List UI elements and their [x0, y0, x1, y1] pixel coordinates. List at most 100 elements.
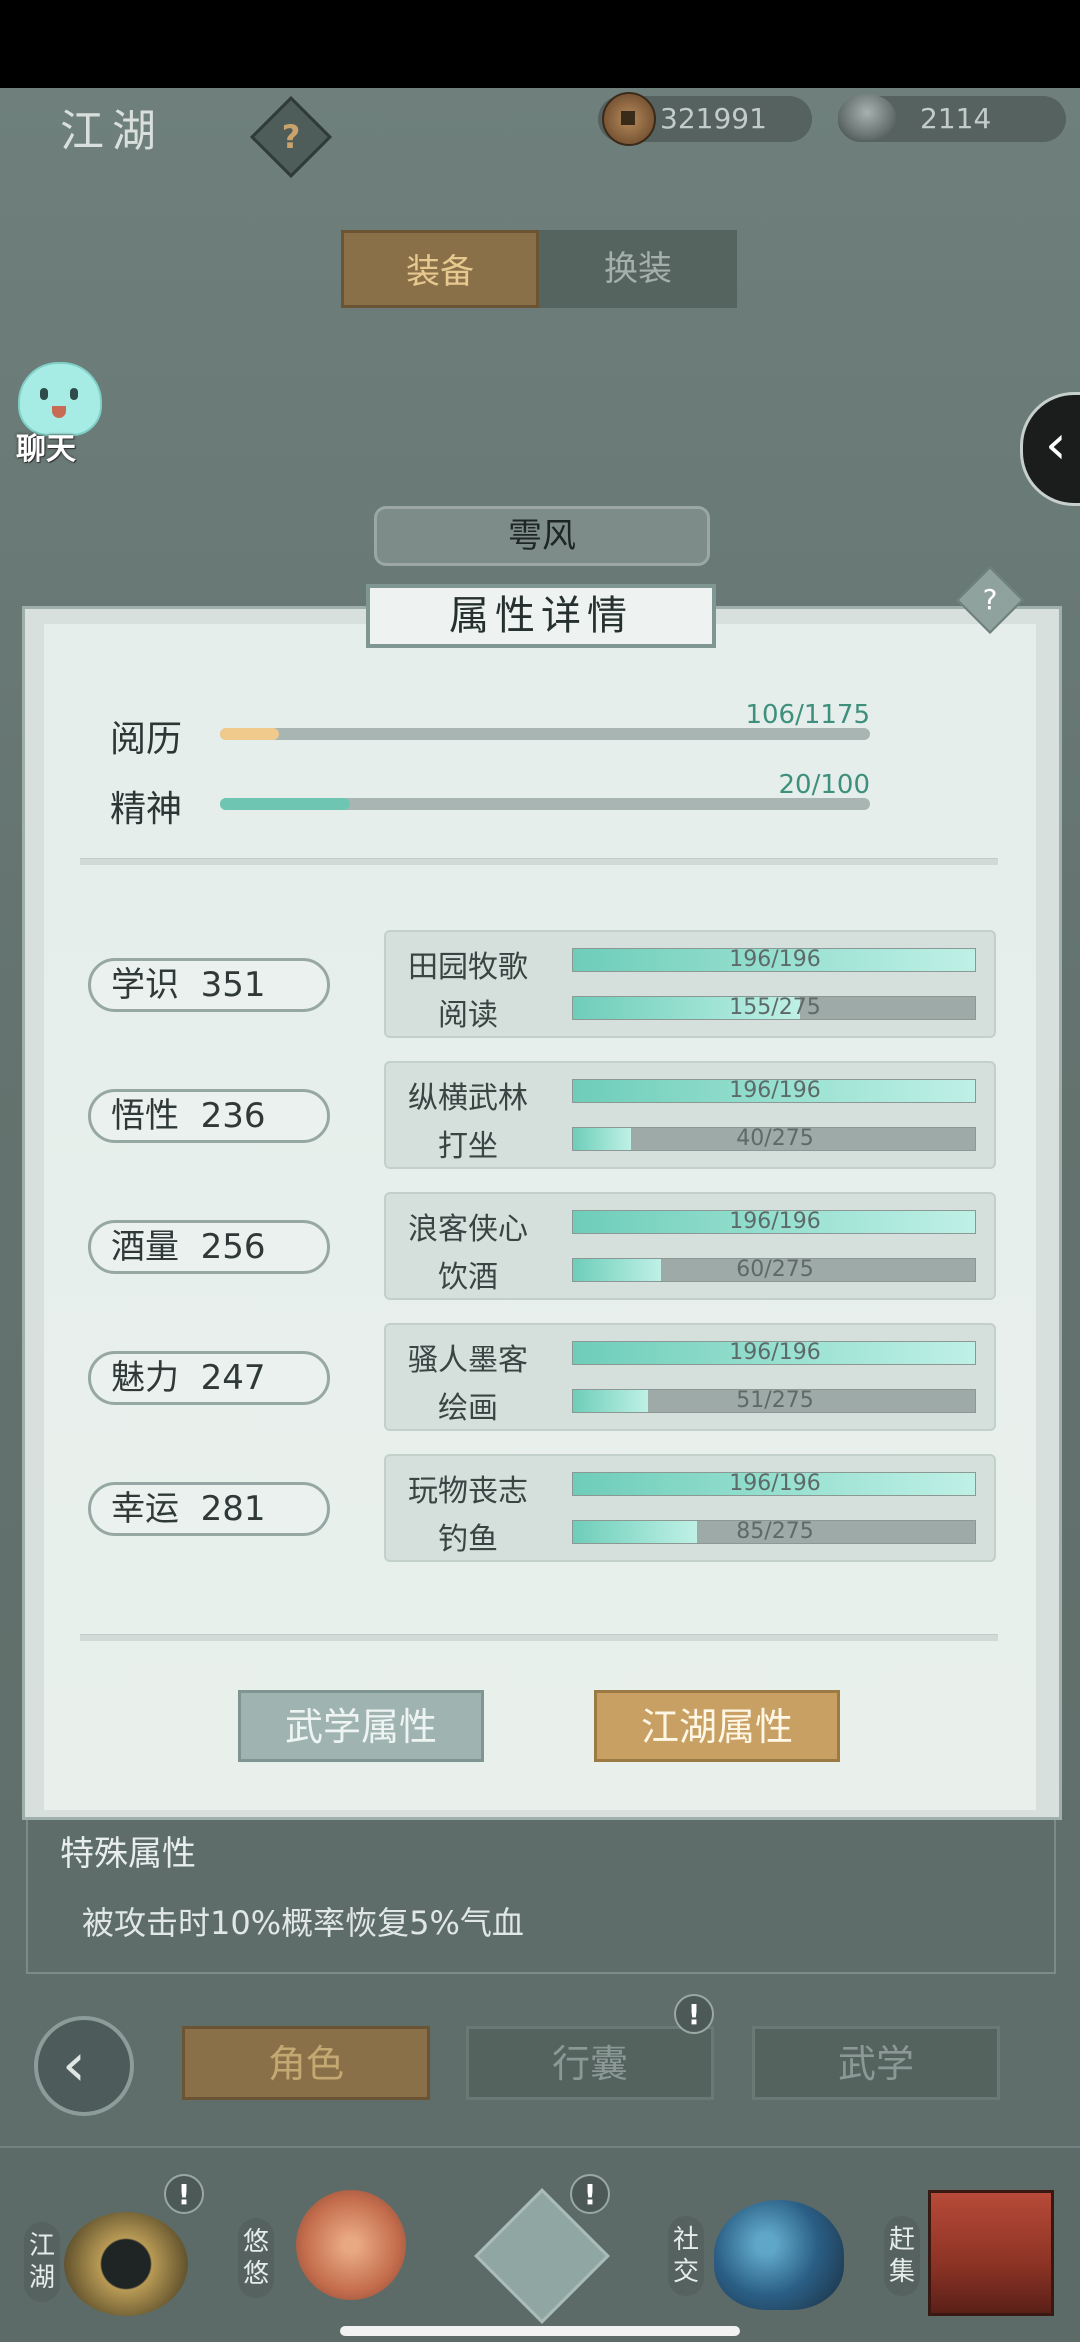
exp-label-yueli: 阅历 [110, 719, 183, 760]
skill-progress-value: 196/196 [729, 1209, 821, 1234]
status-bar [0, 0, 1080, 88]
dock-alert-badge: ! [570, 2174, 610, 2214]
exp-value-jingshen: 20/100 [778, 770, 870, 800]
special-attributes-title: 特殊属性 [60, 1834, 196, 1874]
silver-ingot-icon [838, 94, 896, 140]
skill-progress-bar: 196/196 [572, 1210, 976, 1234]
copper-coin-value: 321991 [660, 102, 767, 135]
silver-ingot-counter[interactable]: 2114 [838, 94, 1066, 142]
dock-alert-badge: ! [164, 2174, 204, 2214]
attribute-pill: 悟性 236 [88, 1089, 330, 1143]
skill-progress-value: 155/275 [729, 995, 821, 1020]
copper-coin-icon [602, 92, 656, 146]
skill-progress-bar: 40/275 [572, 1127, 976, 1151]
skill-progress-value: 51/275 [736, 1388, 814, 1413]
attribute-pill: 幸运 281 [88, 1482, 330, 1536]
skill-progress-value: 196/196 [729, 1078, 821, 1103]
attribute-value: 281 [200, 1489, 266, 1529]
attribute-pill: 学识 351 [88, 958, 330, 1012]
attribute-gap [179, 1489, 201, 1529]
attribute-pill: 酒量 256 [88, 1220, 330, 1274]
skill-progress-bar: 60/275 [572, 1258, 976, 1282]
skill-progress-value: 40/275 [736, 1126, 814, 1151]
skill-progress-bar: 196/196 [572, 1341, 976, 1365]
hat-icon [64, 2212, 188, 2316]
attribute-value: 351 [200, 965, 266, 1005]
dock-label-youyou: 悠悠 [238, 2218, 274, 2298]
skill-progress-bar: 155/275 [572, 996, 976, 1020]
skill-group: 浪客侠心 196/196 饮酒 60/275 [384, 1192, 996, 1300]
skill-group: 纵横武林 196/196 打坐 40/275 [384, 1061, 996, 1169]
skill-progress-bar: 196/196 [572, 1472, 976, 1496]
attribute-value: 247 [200, 1358, 266, 1398]
skill-name: 玩物丧志 [408, 1474, 528, 1509]
attribute-name: 酒量 [111, 1227, 179, 1267]
skill-name: 钓鱼 [438, 1522, 498, 1557]
exp-bar-jingshen [220, 798, 870, 810]
exp-fill-jingshen [220, 798, 350, 810]
exp-bar-yueli [220, 728, 870, 740]
exp-value-yueli: 106/1175 [745, 700, 870, 730]
chat-label: 聊天 [16, 432, 76, 467]
dock-jianghu[interactable]: 江湖 ! [20, 2160, 204, 2330]
skill-progress-bar: 51/275 [572, 1389, 976, 1413]
jianghu-attributes-button[interactable]: 江湖属性 [594, 1690, 840, 1762]
dock-label-market: 赶集 [884, 2216, 920, 2296]
nav-bag-button[interactable]: 行囊 [466, 2026, 714, 2100]
martial-attributes-button[interactable]: 武学属性 [238, 1690, 484, 1762]
attribute-name: 学识 [111, 965, 179, 1005]
attribute-pill: 魅力 247 [88, 1351, 330, 1405]
attribute-gap [179, 1227, 201, 1267]
tab-equip[interactable]: 装备 [341, 230, 539, 308]
back-button[interactable]: ‹ [34, 2016, 134, 2116]
skill-group: 骚人墨客 196/196 绘画 51/275 [384, 1323, 996, 1431]
dock-center[interactable]: ! [460, 2160, 620, 2330]
tab-swap-outfit[interactable]: 换装 [539, 230, 737, 308]
attribute-name: 幸运 [111, 1489, 179, 1529]
attribute-value: 236 [200, 1096, 266, 1136]
attribute-gap [179, 1358, 201, 1398]
divider [80, 858, 998, 865]
treasure-box-icon [928, 2190, 1054, 2316]
exp-label-jingshen: 精神 [110, 789, 183, 830]
skill-name: 饮酒 [438, 1260, 498, 1295]
equip-tabs: 装备 换装 [341, 230, 737, 308]
skill-name: 纵横武林 [408, 1081, 528, 1116]
skill-group: 田园牧歌 196/196 阅读 155/275 [384, 930, 996, 1038]
skill-name: 骚人墨客 [408, 1343, 528, 1378]
divider [80, 1634, 998, 1641]
skill-progress-bar: 196/196 [572, 1079, 976, 1103]
skill-name: 阅读 [438, 998, 498, 1033]
dock-market[interactable]: 赶集 [882, 2160, 1062, 2330]
panel-title: 属性详情 [366, 584, 716, 648]
dock-youyou[interactable]: 悠悠 [236, 2160, 416, 2330]
skill-group: 玩物丧志 196/196 钓鱼 85/275 [384, 1454, 996, 1562]
dock-label-social: 社交 [668, 2216, 704, 2296]
silver-ingot-value: 2114 [920, 102, 992, 135]
skill-name: 打坐 [438, 1129, 498, 1164]
swallow-sunset-icon [296, 2190, 406, 2300]
skill-progress-value: 85/275 [736, 1519, 814, 1544]
attribute-value: 256 [200, 1227, 266, 1267]
attribute-gap [179, 965, 201, 1005]
page-title: 江湖 [60, 106, 164, 157]
dock-social[interactable]: 社交 [664, 2160, 854, 2330]
question-icon: ? [281, 118, 301, 156]
special-attributes-text: 被攻击时10%概率恢复5%气血 [82, 1904, 524, 1942]
skill-progress-value: 196/196 [729, 1471, 821, 1496]
nav-martial-button[interactable]: 武学 [752, 2026, 1000, 2100]
attribute-name: 魅力 [111, 1358, 179, 1398]
chat-button[interactable]: 聊天 [10, 362, 106, 467]
skill-name: 浪客侠心 [408, 1212, 528, 1247]
character-name: 雩风 [374, 506, 710, 566]
skill-progress-value: 196/196 [729, 1340, 821, 1365]
back-arrow-icon: ‹ [62, 2030, 86, 2100]
skill-progress-value: 60/275 [736, 1257, 814, 1282]
copper-coin-counter[interactable]: 321991 [598, 92, 812, 146]
skill-progress-value: 196/196 [729, 947, 821, 972]
home-indicator[interactable] [340, 2326, 740, 2336]
question-icon: ? [982, 583, 998, 616]
skill-progress-bar: 196/196 [572, 948, 976, 972]
chevron-left-icon: ‹ [1045, 413, 1067, 476]
nav-role-button[interactable]: 角色 [182, 2026, 430, 2100]
